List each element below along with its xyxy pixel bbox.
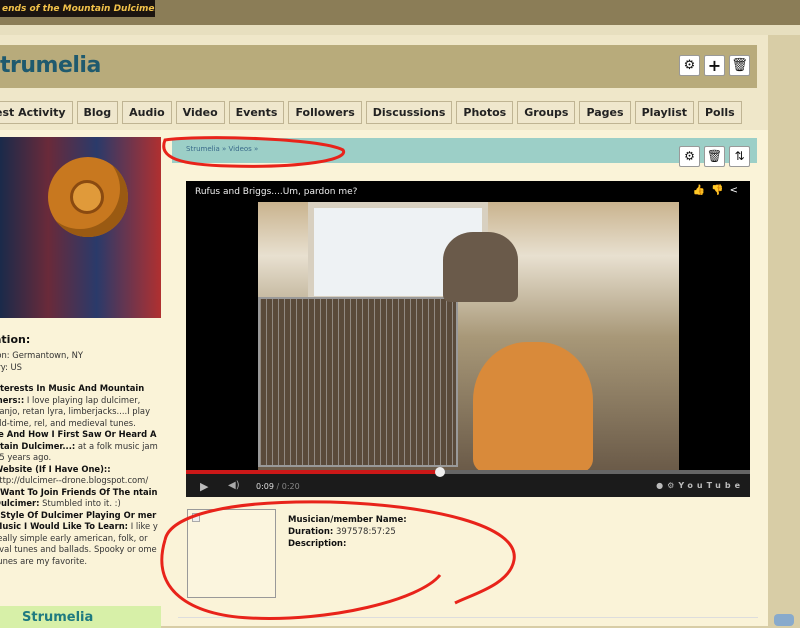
broken-image-icon xyxy=(192,513,200,522)
profile-field: : Style Of Dulcimer Playing Or mer Music… xyxy=(0,510,159,568)
profile-title-bar: trumelia ⚙ + 🗑 xyxy=(0,45,757,88)
time-display: 0:09 / 0:20 xyxy=(256,482,300,491)
profile-field: Website (If I Have One):: http://dulcime… xyxy=(0,464,159,487)
video-adjust-button[interactable]: ⇅ xyxy=(729,146,750,167)
tab-est-activity[interactable]: est Activity xyxy=(0,101,73,124)
total-time: 0:20 xyxy=(281,482,300,491)
field-label: Website (If I Have One):: xyxy=(0,463,111,474)
video-settings-button[interactable]: ⚙ xyxy=(679,146,700,167)
site-logo[interactable]: ends of the Mountain Dulcimer xyxy=(0,0,155,17)
volume-icon[interactable]: ◀) xyxy=(228,480,240,491)
video-cat-scene xyxy=(443,232,518,302)
dulcimer-peg-image xyxy=(70,180,104,214)
dislike-icon[interactable]: 👎 xyxy=(711,185,729,196)
duration-value: 397578:57:25 xyxy=(333,527,396,537)
settings-button[interactable]: ⚙ xyxy=(679,55,700,76)
progress-handle[interactable] xyxy=(434,467,445,477)
video-actions: 👍👎< xyxy=(693,185,744,196)
profile-field: I Want To Join Friends Of The ntain Dulc… xyxy=(0,487,159,510)
description-label: Description: xyxy=(288,539,347,549)
profile-field: re And How I First Saw Or Heard A ntain … xyxy=(0,429,159,464)
tab-pages[interactable]: Pages xyxy=(579,101,631,124)
play-icon[interactable]: ▶ xyxy=(200,480,208,493)
like-icon[interactable]: 👍 xyxy=(693,185,711,196)
time-separator: / xyxy=(273,482,282,491)
member-card[interactable]: Strumelia xyxy=(0,606,161,628)
tab-video[interactable]: Video xyxy=(175,101,225,124)
info-heading: ation: xyxy=(0,333,31,346)
country: try: US xyxy=(0,361,23,372)
tab-playlist[interactable]: Playlist xyxy=(634,101,694,124)
name-label: Musician/member Name: xyxy=(288,515,407,525)
chat-icon[interactable] xyxy=(774,614,794,626)
breadcrumb-bar: Strumelia » Videos » xyxy=(172,138,757,163)
duration-label: Duration: xyxy=(288,527,334,537)
video-details: Musician/member Name: Duration: 397578:5… xyxy=(288,514,407,550)
progress-fill xyxy=(186,470,440,474)
breadcrumb[interactable]: Strumelia » Videos » xyxy=(186,145,258,153)
member-name[interactable]: Strumelia xyxy=(22,610,93,625)
video-title[interactable]: Rufus and Briggs....Um, pardon me? xyxy=(195,187,357,197)
delete-button[interactable]: 🗑 xyxy=(729,55,750,76)
video-cage-scene xyxy=(258,297,458,467)
tab-polls[interactable]: Polls xyxy=(698,101,742,124)
tab-discussions[interactable]: Discussions xyxy=(365,101,453,124)
gear-icon[interactable]: ⚙ xyxy=(667,481,678,490)
profile-field: nterests In Music And Mountain mers:: I … xyxy=(0,383,159,429)
location: ion: Germantown, NY xyxy=(0,350,84,360)
info-icon[interactable]: ● xyxy=(656,481,667,490)
tab-blog[interactable]: Blog xyxy=(76,101,119,124)
tab-events[interactable]: Events xyxy=(228,101,285,124)
tab-followers[interactable]: Followers xyxy=(288,101,362,124)
header-divider xyxy=(0,25,800,35)
logo-text: ends of the Mountain Dulcimer xyxy=(2,4,155,14)
tab-photos[interactable]: Photos xyxy=(456,101,514,124)
right-controls: ●⚙YouTube xyxy=(656,481,744,490)
share-icon[interactable]: < xyxy=(730,185,744,196)
video-delete-button[interactable]: 🗑 xyxy=(704,146,725,167)
profile-tabs: est Activity Blog Audio Video Events Follower… xyxy=(0,101,742,124)
tab-audio[interactable]: Audio xyxy=(122,101,172,124)
video-thumbnail xyxy=(187,509,276,598)
field-value: http://dulcimer--drone.blogspot.com/ xyxy=(0,475,149,485)
video-controls: ▶ ◀) 0:09 / 0:20 ●⚙YouTube xyxy=(186,467,750,497)
page-title: trumelia xyxy=(0,53,101,78)
current-time: 0:09 xyxy=(256,482,274,491)
add-button[interactable]: + xyxy=(704,55,725,76)
youtube-logo[interactable]: YouTube xyxy=(678,481,744,490)
profile-info: ation: ion: Germantown, NY try: US ntere… xyxy=(0,333,159,567)
tab-groups[interactable]: Groups xyxy=(517,101,576,124)
field-value: Stumbled into it. :) xyxy=(39,498,121,508)
video-frame xyxy=(258,202,679,472)
video-orange-cat-scene xyxy=(473,342,593,472)
video-player[interactable]: Rufus and Briggs....Um, pardon me? 👍👎< ▶… xyxy=(186,181,750,497)
progress-bar[interactable] xyxy=(186,467,750,477)
divider xyxy=(178,617,758,618)
